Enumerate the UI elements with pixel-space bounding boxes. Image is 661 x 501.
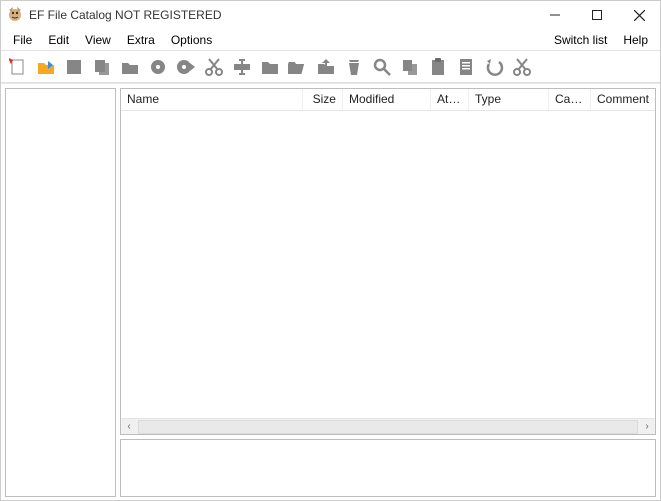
- new-document-icon: [8, 57, 28, 77]
- tree-pane[interactable]: [5, 88, 116, 497]
- disc-icon: [148, 57, 168, 77]
- minimize-button[interactable]: [534, 1, 576, 29]
- col-category[interactable]: Cate...: [549, 89, 591, 110]
- content-area: Name Size Modified Attri... Type Cate...…: [1, 83, 660, 501]
- toolbar-properties[interactable]: [453, 54, 479, 80]
- toolbar-disc[interactable]: [145, 54, 171, 80]
- col-name[interactable]: Name: [121, 89, 303, 110]
- menu-file[interactable]: File: [5, 31, 40, 49]
- folder-left-icon: [288, 57, 308, 77]
- toolbar-cut[interactable]: [201, 54, 227, 80]
- menu-edit[interactable]: Edit: [40, 31, 77, 49]
- folder-plus-icon: [120, 57, 140, 77]
- toolbar-stop[interactable]: [61, 54, 87, 80]
- search-icon: [372, 57, 392, 77]
- toolbar-scissors[interactable]: [509, 54, 535, 80]
- menu-bar: File Edit View Extra Options Switch list…: [1, 29, 660, 51]
- app-icon: [7, 7, 23, 23]
- scroll-left-button[interactable]: ‹: [121, 419, 137, 435]
- list-pane: Name Size Modified Attri... Type Cate...…: [120, 88, 656, 435]
- text-cursor-icon: [232, 57, 252, 77]
- toolbar-new-folder[interactable]: [117, 54, 143, 80]
- col-size[interactable]: Size: [303, 89, 343, 110]
- toolbar-delete[interactable]: [341, 54, 367, 80]
- menu-switch-list[interactable]: Switch list: [546, 31, 615, 49]
- toolbar-paste[interactable]: [425, 54, 451, 80]
- toolbar-back-folder[interactable]: [285, 54, 311, 80]
- horizontal-scrollbar[interactable]: ‹ ›: [121, 418, 655, 434]
- toolbar: [1, 51, 660, 83]
- toolbar-folder[interactable]: [257, 54, 283, 80]
- title-bar: EF File Catalog NOT REGISTERED: [1, 1, 660, 29]
- window-controls: [534, 1, 660, 29]
- menu-options[interactable]: Options: [163, 31, 220, 49]
- toolbar-copy-item[interactable]: [397, 54, 423, 80]
- toolbar-open-catalog[interactable]: [33, 54, 59, 80]
- toolbar-undo[interactable]: [481, 54, 507, 80]
- close-button[interactable]: [618, 1, 660, 29]
- folder-up-icon: [316, 57, 336, 77]
- menu-help[interactable]: Help: [615, 31, 656, 49]
- maximize-button[interactable]: [576, 1, 618, 29]
- clipboard-icon: [428, 57, 448, 77]
- scissors-icon: [204, 57, 224, 77]
- info-pane: [120, 439, 656, 497]
- col-comment[interactable]: Comment: [591, 89, 655, 110]
- scroll-track[interactable]: [138, 420, 638, 434]
- cut-icon: [512, 57, 532, 77]
- undo-icon: [484, 57, 504, 77]
- right-area: Name Size Modified Attri... Type Cate...…: [120, 88, 656, 497]
- col-type[interactable]: Type: [469, 89, 549, 110]
- folder-icon: [260, 57, 280, 77]
- trash-icon: [344, 57, 364, 77]
- toolbar-new-catalog[interactable]: [5, 54, 31, 80]
- disc-forward-icon: [176, 57, 196, 77]
- open-folder-icon: [36, 57, 56, 77]
- list-body[interactable]: [121, 111, 655, 418]
- stop-icon: [64, 57, 84, 77]
- menu-extra[interactable]: Extra: [119, 31, 163, 49]
- col-modified[interactable]: Modified: [343, 89, 431, 110]
- scroll-right-button[interactable]: ›: [639, 419, 655, 435]
- menu-view[interactable]: View: [77, 31, 119, 49]
- toolbar-search[interactable]: [369, 54, 395, 80]
- col-attributes[interactable]: Attri...: [431, 89, 469, 110]
- window-title: EF File Catalog NOT REGISTERED: [29, 8, 222, 22]
- copy-icon: [92, 57, 112, 77]
- toolbar-copy[interactable]: [89, 54, 115, 80]
- document-icon: [456, 57, 476, 77]
- toolbar-up-folder[interactable]: [313, 54, 339, 80]
- duplicate-icon: [400, 57, 420, 77]
- toolbar-rescan[interactable]: [173, 54, 199, 80]
- column-headers: Name Size Modified Attri... Type Cate...…: [121, 89, 655, 111]
- toolbar-rename[interactable]: [229, 54, 255, 80]
